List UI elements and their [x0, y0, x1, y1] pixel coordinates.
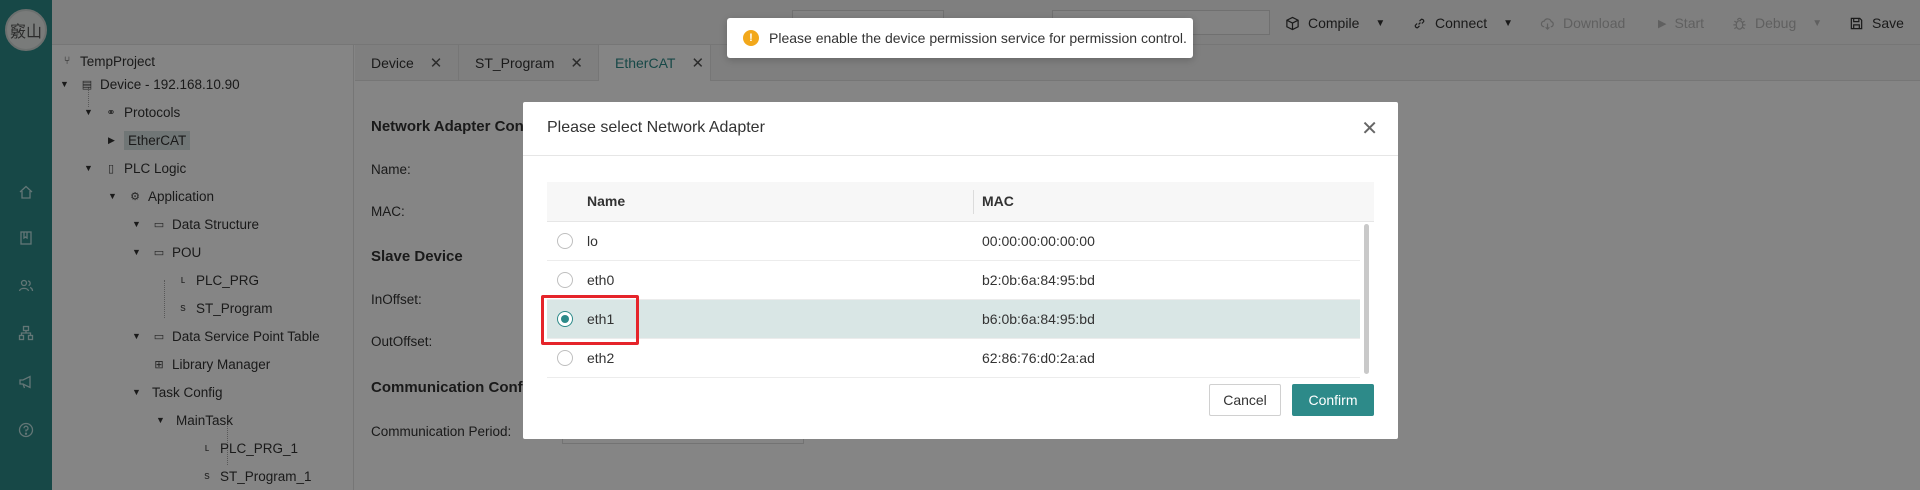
table-row[interactable]: lo 00:00:00:00:00:00 — [547, 222, 1360, 261]
adapter-mac: 62:86:76:d0:2a:ad — [982, 350, 1095, 366]
adapter-name: eth1 — [587, 311, 615, 327]
network-adapter-dialog: Please select Network Adapter ✕ Name MAC… — [523, 102, 1398, 439]
permission-toast: ! Please enable the device permission se… — [727, 18, 1193, 58]
row-radio[interactable] — [557, 233, 573, 249]
adapter-name: eth2 — [587, 350, 615, 366]
column-divider — [973, 190, 974, 214]
adapter-mac: b6:0b:6a:84:95:bd — [982, 311, 1095, 327]
table-row[interactable]: eth1 b6:0b:6a:84:95:bd — [547, 300, 1360, 339]
warning-icon: ! — [743, 30, 759, 46]
table-row[interactable]: eth0 b2:0b:6a:84:95:bd — [547, 261, 1360, 300]
row-radio[interactable] — [557, 350, 573, 366]
dialog-title: Please select Network Adapter — [547, 119, 765, 136]
toast-message: Please enable the device permission serv… — [769, 30, 1187, 46]
cancel-button[interactable]: Cancel — [1209, 384, 1281, 416]
row-radio[interactable] — [557, 272, 573, 288]
column-header-name: Name — [587, 193, 626, 209]
dialog-header: Please select Network Adapter ✕ — [523, 102, 1398, 156]
adapter-name: lo — [587, 233, 598, 249]
table-header: Name MAC — [547, 182, 1374, 222]
column-header-mac: MAC — [982, 193, 1014, 209]
confirm-button[interactable]: Confirm — [1292, 384, 1374, 416]
table-scrollbar[interactable] — [1362, 222, 1374, 378]
scrollbar-thumb[interactable] — [1364, 224, 1369, 374]
row-radio[interactable] — [557, 311, 573, 327]
table-row[interactable]: eth2 62:86:76:d0:2a:ad — [547, 339, 1360, 378]
adapter-mac: 00:00:00:00:00:00 — [982, 233, 1095, 249]
adapter-mac: b2:0b:6a:84:95:bd — [982, 272, 1095, 288]
adapter-name: eth0 — [587, 272, 615, 288]
close-icon[interactable]: ✕ — [1361, 116, 1378, 141]
